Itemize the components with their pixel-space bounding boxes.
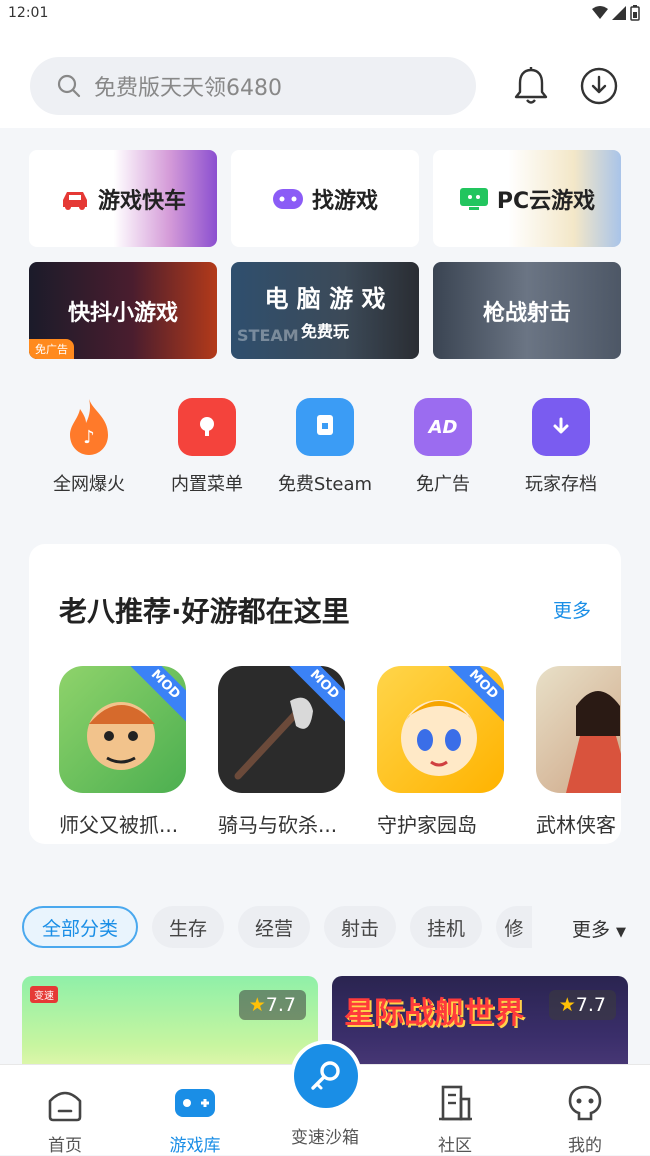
- game-item[interactable]: 武林侠客: [536, 666, 621, 838]
- tab-label: 首页: [48, 1136, 82, 1156]
- category-chip-all[interactable]: 全部分类: [22, 906, 138, 948]
- category-chip[interactable]: 挂机: [410, 906, 482, 948]
- game-item[interactable]: MOD 守护家园岛: [377, 666, 507, 838]
- card-pc-games[interactable]: 电 脑 游 戏 免费玩 STEAM: [231, 262, 419, 359]
- monitor-game-icon: [459, 187, 488, 210]
- speed-sandbox-button[interactable]: [290, 1040, 362, 1112]
- banner-tag: 变速: [30, 986, 58, 1003]
- star-icon: ★: [558, 994, 576, 1016]
- category-chip[interactable]: 修: [496, 906, 532, 948]
- game-name: 守护家园岛: [377, 813, 477, 837]
- quick-action-steam[interactable]: 免费Steam: [265, 398, 385, 496]
- ad-gift-icon: AD: [414, 398, 472, 456]
- category-chips: 全部分类 生存 经营 射击 挂机 修 更多 ▼: [0, 906, 650, 950]
- quick-action-label: 全网爆火: [53, 474, 125, 495]
- no-ad-badge: 免广告: [29, 339, 74, 359]
- search-placeholder: 免费版天天领6480: [94, 76, 282, 101]
- game-icon: [536, 666, 621, 793]
- car-icon: [62, 191, 87, 210]
- more-link[interactable]: 更多: [553, 596, 591, 623]
- game-library-icon: [135, 1081, 255, 1125]
- quick-action-label: 免广告: [416, 474, 470, 495]
- notification-bell-icon[interactable]: [509, 64, 553, 108]
- menu-icon: [178, 398, 236, 456]
- card-sublabel: 免费玩: [300, 322, 349, 341]
- save-download-icon: [532, 398, 590, 456]
- tab-profile[interactable]: 我的: [525, 1081, 645, 1156]
- tab-label: 变速沙箱: [291, 1128, 359, 1148]
- status-icons: [592, 5, 640, 21]
- category-chip[interactable]: 射击: [324, 906, 396, 948]
- tab-speed-sandbox[interactable]: 变速沙箱: [265, 1123, 385, 1148]
- search-bar[interactable]: 免费版天天领6480: [30, 57, 476, 115]
- status-time: 12:01: [8, 5, 49, 21]
- chevron-down-icon: ▼: [616, 925, 626, 940]
- category-chip[interactable]: 经营: [238, 906, 310, 948]
- section-title: 老八推荐·好游都在这里: [59, 595, 350, 628]
- rating-badge: ★7.7: [548, 990, 616, 1020]
- category-chip[interactable]: 生存: [152, 906, 224, 948]
- download-icon[interactable]: [577, 64, 621, 108]
- status-bar: 12:01: [0, 0, 650, 30]
- game-banner[interactable]: 星际战舰世界 ★7.7: [332, 976, 628, 1076]
- game-item[interactable]: MOD 师父又被抓...: [59, 666, 189, 838]
- game-icon: MOD: [59, 666, 186, 793]
- game-banner[interactable]: 变速 ★7.7: [22, 976, 318, 1076]
- key-icon: [294, 1044, 358, 1108]
- fire-icon: ♪: [60, 398, 118, 456]
- tab-label: 社区: [438, 1136, 472, 1156]
- quick-action-label: 免费Steam: [277, 474, 373, 495]
- home-icon: [5, 1081, 125, 1125]
- star-icon: ★: [248, 994, 266, 1016]
- tab-game-library[interactable]: 游戏库: [135, 1081, 255, 1156]
- profile-icon: [525, 1081, 645, 1125]
- recommend-section: 老八推荐·好游都在这里 更多 MOD 师父又被抓... MOD 骑马与砍杀...…: [29, 544, 621, 844]
- card-label: 快抖小游戏: [67, 300, 178, 326]
- game-name: 武林侠客: [536, 813, 616, 837]
- card-label: 枪战射击: [482, 300, 571, 326]
- game-item[interactable]: MOD 骑马与砍杀...: [218, 666, 348, 838]
- quick-action-hot[interactable]: ♪ 全网爆火: [29, 398, 149, 496]
- quick-actions: ♪ 全网爆火 内置菜单 免费Steam AD 免广告 玩家存档: [0, 398, 650, 508]
- card-find-game[interactable]: 找游戏: [231, 150, 419, 247]
- game-icon: MOD: [377, 666, 504, 793]
- wifi-icon: [592, 6, 608, 19]
- card-game-express[interactable]: 游戏快车: [29, 150, 217, 247]
- community-building-icon: [395, 1081, 515, 1125]
- signal-icon: [612, 6, 626, 20]
- tab-home[interactable]: 首页: [5, 1081, 125, 1156]
- gamepad-icon: [272, 188, 303, 209]
- search-icon: [57, 74, 81, 98]
- quick-action-menu[interactable]: 内置菜单: [147, 398, 267, 496]
- card-label: 找游戏: [311, 188, 378, 214]
- card-label: PC云游戏: [496, 188, 596, 214]
- quick-action-label: 玩家存档: [525, 474, 597, 495]
- tab-label: 游戏库: [169, 1136, 221, 1156]
- svg-text:♪: ♪: [83, 427, 95, 448]
- card-pc-cloud[interactable]: PC云游戏: [433, 150, 621, 247]
- tab-community[interactable]: 社区: [395, 1081, 515, 1156]
- category-more-label: 更多: [571, 919, 610, 941]
- rating-value: 7.7: [575, 994, 606, 1016]
- quick-action-no-ads[interactable]: AD 免广告: [383, 398, 503, 496]
- rating-value: 7.7: [265, 994, 296, 1016]
- battery-icon: [630, 5, 640, 21]
- card-label: 电 脑 游 戏: [264, 285, 386, 313]
- quick-action-label: 内置菜单: [171, 474, 243, 495]
- card-label: 游戏快车: [97, 188, 186, 214]
- quick-action-saves[interactable]: 玩家存档: [501, 398, 621, 496]
- banner-title: 星际战舰世界: [344, 996, 524, 1031]
- rating-badge: ★7.7: [238, 990, 306, 1020]
- game-name: 师父又被抓...: [59, 813, 179, 837]
- header: 免费版天天领6480: [0, 30, 650, 128]
- tab-label: 我的: [568, 1136, 602, 1156]
- steam-watermark: STEAM: [237, 326, 299, 345]
- monitor-icon: [296, 398, 354, 456]
- game-icon: MOD: [218, 666, 345, 793]
- card-quick-mini-games[interactable]: 快抖小游戏 免广告: [29, 262, 217, 359]
- category-more[interactable]: 更多 ▼: [572, 915, 626, 942]
- game-name: 骑马与砍杀...: [218, 813, 338, 837]
- card-shooter[interactable]: 枪战射击: [433, 262, 621, 359]
